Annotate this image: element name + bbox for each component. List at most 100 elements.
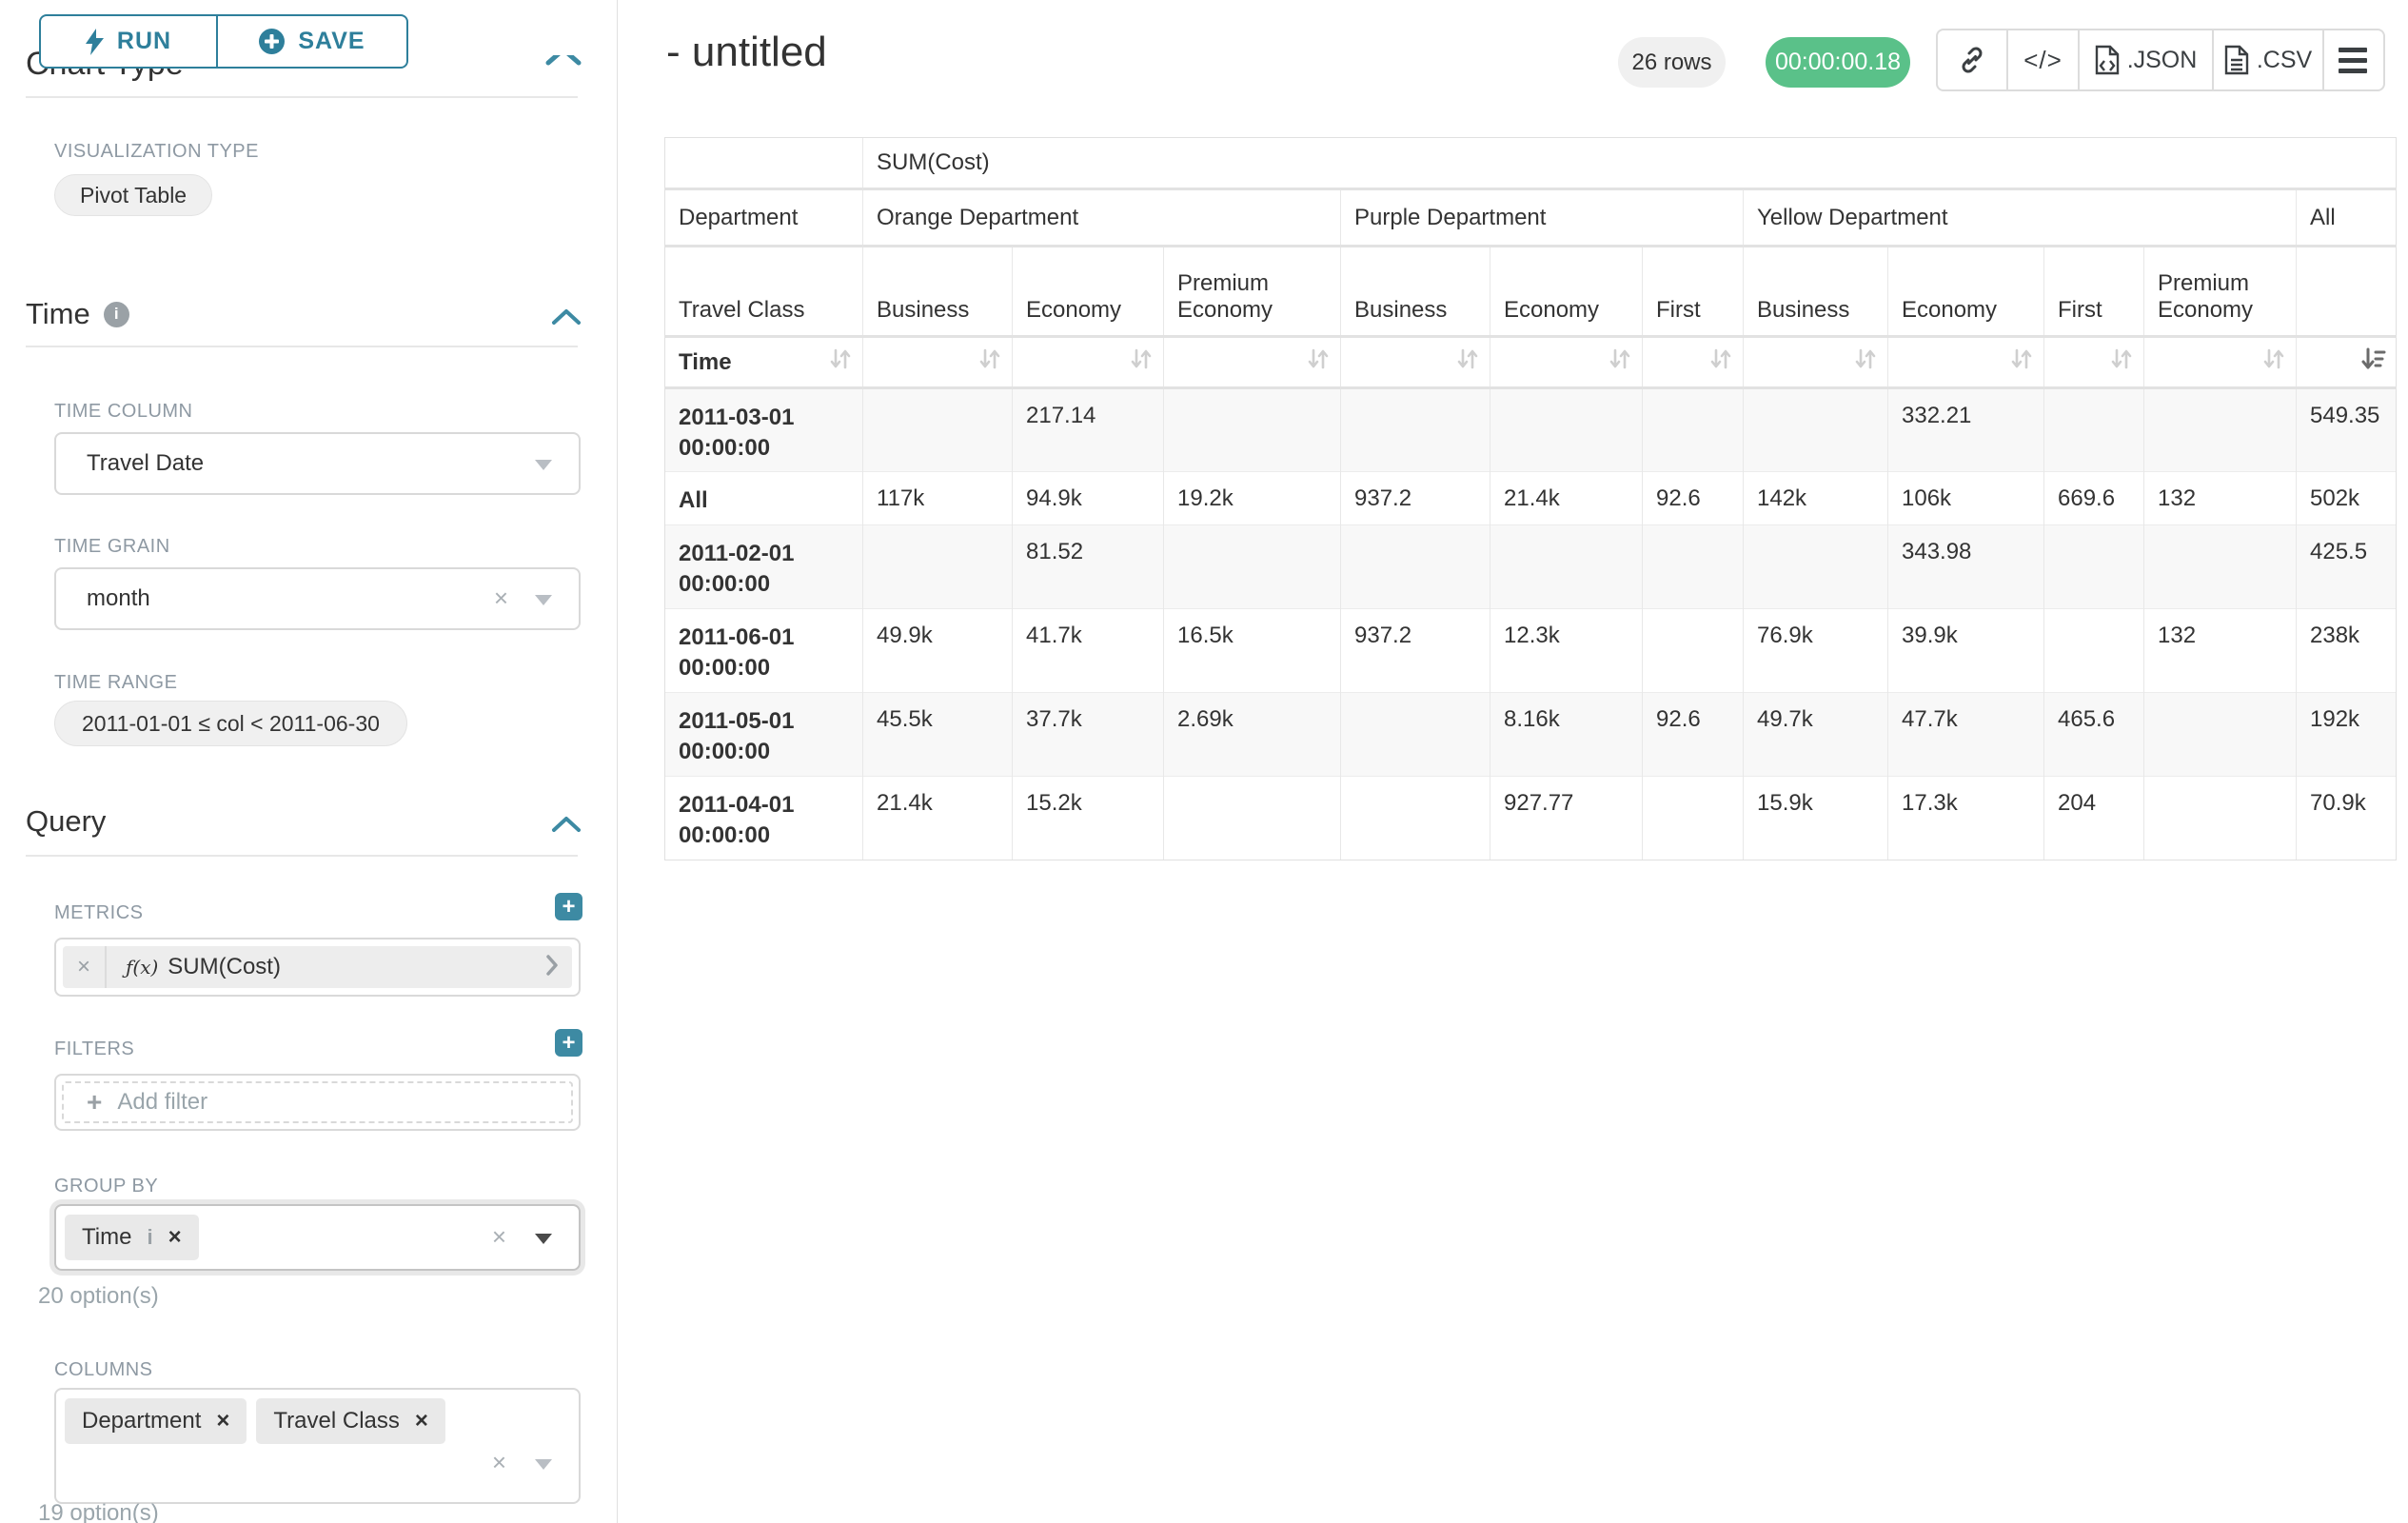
time-grain-select[interactable]: month × (54, 567, 581, 630)
sort-icon[interactable] (2109, 346, 2134, 378)
embed-code-icon: </> (2023, 46, 2063, 75)
remove-metric-icon[interactable]: × (63, 946, 107, 988)
active-sort-desc-cell[interactable] (2297, 337, 2397, 388)
chart-title[interactable]: - untitled (666, 29, 827, 76)
pivot-row: All117k94.9k19.2k937.221.4k92.6142k106k6… (665, 472, 2397, 525)
pivot-row-label: All (665, 472, 863, 525)
pivot-cell: 549.35 (2297, 388, 2397, 472)
pivot-cell: 21.4k (1490, 472, 1643, 525)
pivot-row: 2011-04-01 00:00:0021.4k15.2k927.7715.9k… (665, 777, 2397, 860)
pivot-cell: 92.6 (1643, 693, 1744, 777)
pivot-row-label: 2011-03-01 00:00:00 (665, 388, 863, 472)
run-button[interactable]: RUN (41, 16, 218, 67)
time-column-select[interactable]: Travel Date (54, 432, 581, 495)
save-button[interactable]: SAVE (218, 16, 406, 67)
pivot-cell: 92.6 (1643, 472, 1744, 525)
viz-type-pill[interactable]: Pivot Table (54, 174, 212, 216)
sort-cell[interactable] (1744, 337, 1888, 388)
pivot-cell: 8.16k (1490, 693, 1643, 777)
pivot-cell: 21.4k (863, 777, 1013, 860)
copy-link-button[interactable] (1938, 30, 2008, 89)
view-query-button[interactable]: </> (2008, 30, 2080, 89)
sort-icon[interactable] (828, 346, 853, 378)
chart-type-collapse-chevron-icon[interactable] (543, 55, 588, 67)
col-header: Economy (1013, 247, 1164, 337)
pivot-cell (1744, 388, 1888, 472)
remove-tag-icon[interactable]: × (415, 1408, 428, 1434)
sort-cell[interactable] (1490, 337, 1643, 388)
pivot-table: SUM(Cost) Department Orange Department P… (664, 137, 2397, 860)
export-csv-button[interactable]: .CSV (2214, 30, 2324, 89)
add-filter-text: Add filter (117, 1089, 207, 1116)
columns-select[interactable]: Department × Travel Class × × (54, 1388, 581, 1504)
sort-icon[interactable] (1608, 346, 1632, 378)
sort-cell[interactable] (2044, 337, 2144, 388)
info-icon[interactable]: i (104, 302, 129, 327)
pivot-cell: 49.7k (1744, 693, 1888, 777)
sort-header-row: Time (665, 337, 2397, 388)
group-by-tag[interactable]: Time i × (65, 1215, 199, 1260)
sort-cell[interactable] (1164, 337, 1341, 388)
pivot-cell: 502k (2297, 472, 2397, 525)
add-filter-dropzone[interactable]: + Add filter (62, 1081, 573, 1123)
query-collapse-chevron-icon[interactable] (550, 814, 582, 835)
sort-icon[interactable] (2261, 346, 2286, 378)
clear-icon[interactable]: × (494, 583, 508, 613)
pivot-cell: 49.9k (863, 609, 1013, 693)
pivot-cell: 94.9k (1013, 472, 1164, 525)
sort-icon[interactable] (1306, 346, 1331, 378)
add-metric-button[interactable]: + (555, 893, 582, 920)
col-group-header: Yellow Department (1744, 189, 2297, 247)
clear-all-icon[interactable]: × (492, 1222, 506, 1252)
columns-tag[interactable]: Travel Class × (256, 1398, 444, 1444)
columns-tag[interactable]: Department × (65, 1398, 247, 1444)
pivot-cell: 204 (2044, 777, 2144, 860)
pivot-cell (1643, 388, 1744, 472)
run-button-label: RUN (117, 28, 171, 55)
sort-cell[interactable] (1643, 337, 1744, 388)
col-header: Business (1341, 247, 1490, 337)
export-json-button[interactable]: .JSON (2080, 30, 2214, 89)
chevron-down-icon (535, 1234, 552, 1244)
col-header: Premium Economy (1164, 247, 1341, 337)
pivot-cell: 132 (2144, 609, 2297, 693)
more-options-button[interactable] (2324, 30, 2381, 89)
remove-tag-icon[interactable]: × (216, 1408, 229, 1434)
chevron-right-icon[interactable] (545, 954, 559, 981)
sort-cell[interactable] (1013, 337, 1164, 388)
col-header: Business (863, 247, 1013, 337)
group-by-label: GROUP BY (54, 1176, 158, 1197)
csv-button-label: .CSV (2257, 47, 2312, 74)
pivot-cell: 117k (863, 472, 1013, 525)
remove-tag-icon[interactable]: × (168, 1224, 182, 1251)
metric-pill[interactable]: × ƒ(x) SUM(Cost) (63, 946, 572, 988)
sort-icon[interactable] (1853, 346, 1878, 378)
sort-icon[interactable] (1708, 346, 1733, 378)
pivot-cell: 2.69k (1164, 693, 1341, 777)
sort-cell[interactable] (2144, 337, 2297, 388)
columns-option-count: 19 option(s) (38, 1500, 159, 1523)
json-button-label: .JSON (2127, 47, 2198, 74)
clear-all-icon[interactable]: × (492, 1448, 506, 1477)
time-sort-header[interactable]: Time (665, 337, 863, 388)
pivot-cell (1643, 525, 1744, 609)
pivot-cell: 17.3k (1888, 777, 2044, 860)
filters-control: + Add filter (54, 1074, 581, 1131)
sort-icon[interactable] (1129, 346, 1154, 378)
section-divider (26, 346, 578, 347)
pivot-row: 2011-03-01 00:00:00217.14332.21549.35 (665, 388, 2397, 472)
sort-cell[interactable] (863, 337, 1013, 388)
sort-icon[interactable] (1455, 346, 1480, 378)
sort-icon[interactable] (2009, 346, 2034, 378)
add-filter-button[interactable]: + (555, 1029, 582, 1057)
col-header: Business (1744, 247, 1888, 337)
plus-icon: + (87, 1087, 102, 1118)
group-by-select[interactable]: Time i × × (54, 1204, 581, 1271)
time-collapse-chevron-icon[interactable] (550, 307, 582, 327)
sort-cell[interactable] (1341, 337, 1490, 388)
pivot-cell: 132 (2144, 472, 2297, 525)
time-range-pill[interactable]: 2011-01-01 ≤ col < 2011-06-30 (54, 701, 407, 746)
sort-cell[interactable] (1888, 337, 2044, 388)
sort-icon[interactable] (977, 346, 1002, 378)
sort-descending-icon[interactable] (2360, 346, 2386, 378)
